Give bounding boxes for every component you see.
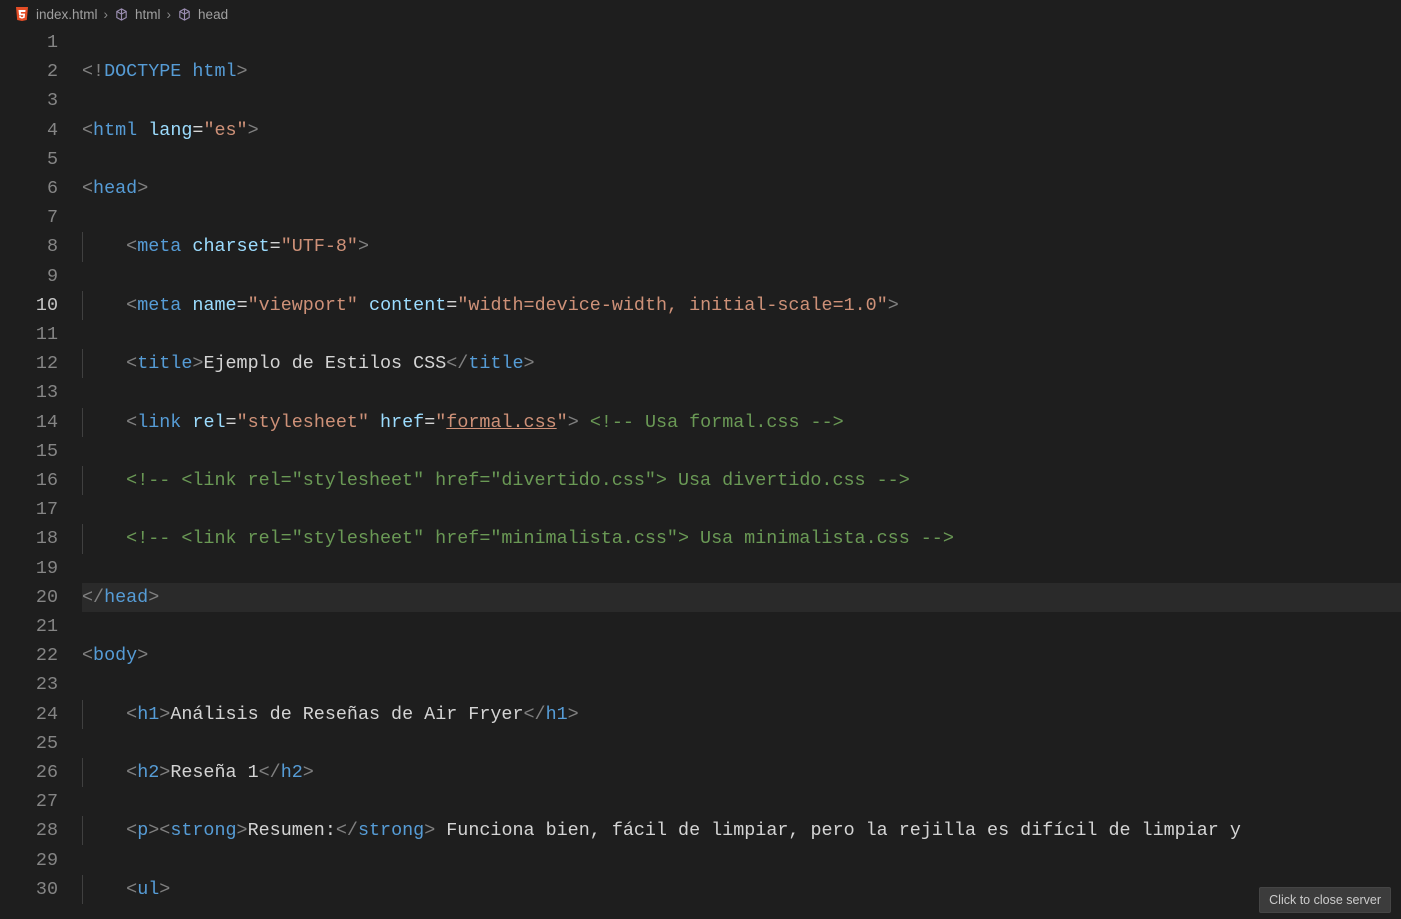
line-number: 29 (0, 846, 58, 875)
line-number: 16 (0, 466, 58, 495)
line-number: 13 (0, 378, 58, 407)
line-number-current: 10 (0, 291, 58, 320)
line-number: 21 (0, 612, 58, 641)
code-line[interactable]: <!DOCTYPE html> (82, 57, 1401, 86)
line-number: 24 (0, 700, 58, 729)
code-line[interactable]: <meta name="viewport" content="width=dev… (82, 291, 1401, 320)
chevron-right-icon: › (104, 7, 109, 22)
line-number: 2 (0, 57, 58, 86)
code-line-current[interactable]: </head> (82, 583, 1401, 612)
line-number: 15 (0, 437, 58, 466)
line-number: 5 (0, 145, 58, 174)
line-number: 7 (0, 203, 58, 232)
cube-icon (177, 7, 192, 22)
line-number: 18 (0, 524, 58, 553)
breadcrumb-seg-1[interactable]: html (135, 7, 161, 22)
line-number: 22 (0, 641, 58, 670)
line-number: 25 (0, 729, 58, 758)
line-number: 9 (0, 262, 58, 291)
line-number: 6 (0, 174, 58, 203)
code-line[interactable]: <link rel="stylesheet" href="formal.css"… (82, 408, 1401, 437)
line-number: 1 (0, 28, 58, 57)
code-line[interactable]: <h1>Análisis de Reseñas de Air Fryer</h1… (82, 700, 1401, 729)
breadcrumb[interactable]: index.html › html › head (0, 0, 1401, 28)
line-number: 20 (0, 583, 58, 612)
code-line[interactable]: <!-- <link rel="stylesheet" href="divert… (82, 466, 1401, 495)
code-line[interactable]: <h2>Reseña 1</h2> (82, 758, 1401, 787)
line-number: 4 (0, 116, 58, 145)
line-number: 19 (0, 554, 58, 583)
line-number: 30 (0, 875, 58, 904)
code-line[interactable]: <html lang="es"> (82, 116, 1401, 145)
server-tooltip[interactable]: Click to close server (1259, 887, 1391, 913)
chevron-right-icon: › (167, 7, 172, 22)
cube-icon (114, 7, 129, 22)
breadcrumb-seg-2[interactable]: head (198, 7, 228, 22)
line-number: 26 (0, 758, 58, 787)
code-editor[interactable]: 1 2 3 4 5 6 7 8 9 10 11 12 13 14 15 16 1… (0, 28, 1401, 919)
line-number: 23 (0, 670, 58, 699)
line-number: 8 (0, 232, 58, 261)
line-number: 27 (0, 787, 58, 816)
line-number: 17 (0, 495, 58, 524)
line-number: 28 (0, 816, 58, 845)
line-number: 3 (0, 86, 58, 115)
line-number: 11 (0, 320, 58, 349)
breadcrumb-file[interactable]: index.html (36, 7, 98, 22)
code-line[interactable]: <head> (82, 174, 1401, 203)
line-number: 14 (0, 408, 58, 437)
code-content[interactable]: <!DOCTYPE html> <html lang="es"> <head> … (82, 28, 1401, 919)
code-line[interactable]: <p><strong>Resumen:</strong> Funciona bi… (82, 816, 1401, 845)
code-line[interactable]: <body> (82, 641, 1401, 670)
code-line[interactable]: <title>Ejemplo de Estilos CSS</title> (82, 349, 1401, 378)
code-line[interactable]: <ul> (82, 875, 1401, 904)
line-number: 12 (0, 349, 58, 378)
code-line[interactable]: <meta charset="UTF-8"> (82, 232, 1401, 261)
html5-icon (14, 6, 30, 22)
line-gutter: 1 2 3 4 5 6 7 8 9 10 11 12 13 14 15 16 1… (0, 28, 82, 919)
code-line[interactable]: <!-- <link rel="stylesheet" href="minima… (82, 524, 1401, 553)
